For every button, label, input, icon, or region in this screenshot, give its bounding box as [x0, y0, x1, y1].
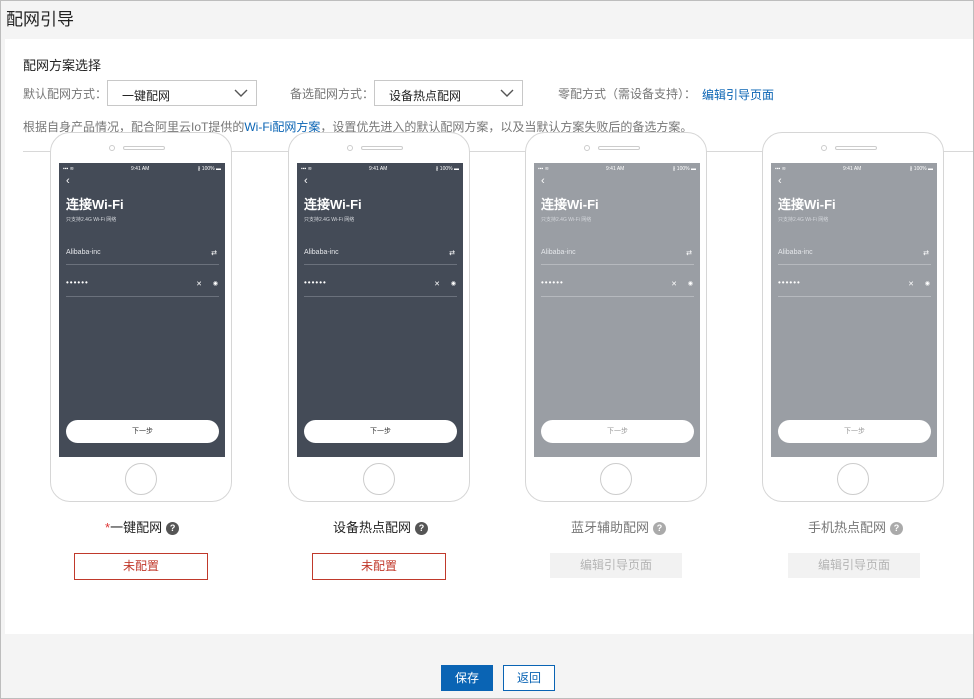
default-method-value: 一键配网 — [122, 89, 171, 103]
ssid-field: Alibaba-inc — [66, 249, 101, 256]
default-method-label: 默认配网方式： — [23, 87, 108, 101]
help-icon[interactable]: ? — [166, 522, 180, 536]
edit-guide-button-phone-hotspot[interactable]: 编辑引导页面 — [788, 553, 920, 578]
phone-camera — [584, 144, 648, 152]
edit-guide-button-bluetooth[interactable]: 编辑引导页面 — [550, 553, 682, 578]
ssid-field: Alibaba-inc — [778, 249, 813, 256]
phone-preview-1: ▪▪▪ ≋ 9:41 AM ∦ 100% ▬ ‹ 连接Wi-Fi 只支持2.4G W… — [50, 132, 232, 502]
password-field: •••••• — [541, 278, 564, 287]
caption-text: 设备热点配网 — [333, 520, 412, 535]
phone-screen: ▪▪▪ ≋ 9:41 AM ∦ 100% ▬ ‹ 连接Wi-Fi 只支持2.4G W… — [59, 163, 225, 457]
phone-screen: ▪▪▪ ≋ 9:41 AM ∦ 100% ▬ ‹ 连接Wi-Fi 只支持2.4G W… — [297, 163, 463, 457]
back-button[interactable]: 返回 — [503, 665, 555, 691]
card-caption-device-hotspot: 设备热点配网? — [333, 517, 429, 536]
password-underline — [778, 296, 931, 297]
wifi-hint: 只支持2.4G Wi-Fi 网络 — [541, 217, 592, 223]
caption-text: 一键配网 — [110, 520, 163, 535]
card-caption-phone-hotspot: 手机热点配网? — [808, 517, 904, 536]
status-bar: ▪▪▪ ≋ 9:41 AM ∦ 100% ▬ — [775, 166, 933, 172]
phone-camera — [821, 144, 885, 152]
phone-screen: ▪▪▪ ≋ 9:41 AM ∦ 100% ▬ ‹ 连接Wi-Fi 只支持2.4G W… — [771, 163, 937, 457]
phone-screen: ▪▪▪ ≋ 9:41 AM ∦ 100% ▬ ‹ 连接Wi-Fi 只支持2.4G W… — [534, 163, 700, 457]
clear-icon: ✕ — [434, 281, 440, 288]
back-arrow-icon: ‹ — [66, 175, 70, 187]
card-caption-one-click: *一键配网? — [105, 517, 180, 536]
chevron-down-icon — [234, 89, 248, 97]
clear-icon: ✕ — [671, 281, 677, 288]
section-title: 配网方案选择 — [23, 58, 102, 73]
home-button — [600, 463, 632, 495]
password-field: •••••• — [304, 278, 327, 287]
password-underline — [304, 296, 457, 297]
caption-text: 蓝牙辅助配网 — [571, 520, 650, 535]
help-icon[interactable]: ? — [653, 522, 667, 536]
alt-method-select[interactable]: 设备热点配网 — [374, 80, 523, 106]
method-selection-row: 默认配网方式： 一键配网 备选配网方式： 设备热点配网 零配方式（需设备支持）：… — [23, 80, 963, 106]
password-field: •••••• — [66, 278, 89, 287]
connect-wifi-title: 连接Wi-Fi — [66, 197, 124, 212]
configure-button-one-click[interactable]: 未配置 — [74, 553, 208, 580]
ssid-field: Alibaba-inc — [541, 249, 576, 256]
edit-guide-link[interactable]: 编辑引导页面 — [702, 86, 774, 103]
ssid-field: Alibaba-inc — [304, 249, 339, 256]
back-arrow-icon: ‹ — [304, 175, 308, 187]
eye-icon: ◉ — [212, 281, 218, 287]
password-underline — [541, 296, 694, 297]
page-title: 配网引导 — [6, 10, 74, 29]
next-step-button: 下一步 — [541, 420, 694, 443]
phone-preview-2: ▪▪▪ ≋ 9:41 AM ∦ 100% ▬ ‹ 连接Wi-Fi 只支持2.4G W… — [288, 132, 470, 502]
connect-wifi-title: 连接Wi-Fi — [304, 197, 362, 212]
ssid-underline — [66, 264, 219, 265]
alt-method-value: 设备热点配网 — [389, 89, 462, 103]
caption-text: 手机热点配网 — [808, 520, 887, 535]
ssid-underline — [778, 264, 931, 265]
eye-icon: ◉ — [450, 281, 456, 287]
phone-camera — [347, 144, 411, 152]
chevron-down-icon — [500, 89, 514, 97]
home-button — [125, 463, 157, 495]
configure-button-device-hotspot[interactable]: 未配置 — [312, 553, 446, 580]
clear-icon: ✕ — [908, 281, 914, 288]
eye-icon: ◉ — [924, 281, 930, 287]
zero-config-label: 零配方式（需设备支持）： — [558, 87, 697, 101]
back-arrow-icon: ‹ — [541, 175, 545, 187]
clear-icon: ✕ — [196, 281, 202, 288]
status-bar: ▪▪▪ ≋ 9:41 AM ∦ 100% ▬ — [63, 166, 221, 172]
alt-method-label: 备选配网方式： — [290, 87, 375, 101]
card-caption-bluetooth: 蓝牙辅助配网? — [571, 517, 667, 536]
phone-preview-4: ▪▪▪ ≋ 9:41 AM ∦ 100% ▬ ‹ 连接Wi-Fi 只支持2.4G W… — [762, 132, 944, 502]
connect-wifi-title: 连接Wi-Fi — [541, 197, 599, 212]
wifi-hint: 只支持2.4G Wi-Fi 网络 — [304, 217, 355, 223]
switch-icon: ⇄ — [211, 250, 217, 257]
ssid-underline — [304, 264, 457, 265]
help-icon[interactable]: ? — [415, 522, 429, 536]
home-button — [363, 463, 395, 495]
default-method-select[interactable]: 一键配网 — [107, 80, 257, 106]
phone-camera — [109, 144, 173, 152]
app-window: 配网引导 配网方案选择 默认配网方式： 一键配网 备选配网方式： 设备热点配网 … — [0, 0, 974, 699]
next-step-button: 下一步 — [778, 420, 931, 443]
help-icon[interactable]: ? — [890, 522, 904, 536]
connect-wifi-title: 连接Wi-Fi — [778, 197, 836, 212]
wifi-hint: 只支持2.4G Wi-Fi 网络 — [66, 217, 117, 223]
phone-preview-3: ▪▪▪ ≋ 9:41 AM ∦ 100% ▬ ‹ 连接Wi-Fi 只支持2.4G W… — [525, 132, 707, 502]
status-bar: ▪▪▪ ≋ 9:41 AM ∦ 100% ▬ — [538, 166, 696, 172]
switch-icon: ⇄ — [923, 250, 929, 257]
save-button[interactable]: 保存 — [441, 665, 493, 691]
wifi-hint: 只支持2.4G Wi-Fi 网络 — [778, 217, 829, 223]
ssid-underline — [541, 264, 694, 265]
password-field: •••••• — [778, 278, 801, 287]
home-button — [837, 463, 869, 495]
next-step-button: 下一步 — [304, 420, 457, 443]
password-underline — [66, 296, 219, 297]
status-bar: ▪▪▪ ≋ 9:41 AM ∦ 100% ▬ — [301, 166, 459, 172]
next-step-button: 下一步 — [66, 420, 219, 443]
eye-icon: ◉ — [687, 281, 693, 287]
switch-icon: ⇄ — [449, 250, 455, 257]
back-arrow-icon: ‹ — [778, 175, 782, 187]
switch-icon: ⇄ — [686, 250, 692, 257]
